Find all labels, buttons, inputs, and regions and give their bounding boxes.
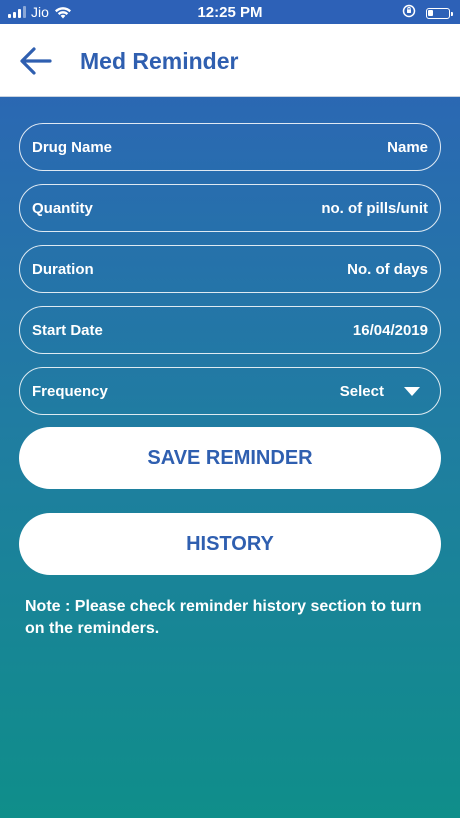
status-right: [402, 4, 453, 22]
status-time: 12:25 PM: [197, 4, 263, 21]
orientation-lock-icon: [402, 4, 416, 22]
app-header: Med Reminder: [0, 24, 460, 97]
arrow-left-icon: [18, 44, 54, 78]
duration-label: Duration: [32, 261, 94, 278]
save-reminder-button[interactable]: SAVE REMINDER: [19, 427, 441, 489]
start-date-field[interactable]: Start Date 16/04/2019: [19, 306, 441, 354]
start-date-value: 16/04/2019: [352, 322, 428, 339]
drug-name-field[interactable]: Drug Name Name: [19, 123, 441, 171]
quantity-label: Quantity: [32, 200, 93, 217]
history-button[interactable]: HISTORY: [19, 513, 441, 575]
quantity-placeholder: no. of pills/unit: [321, 200, 428, 217]
status-bar: Jio 12:25 PM: [0, 0, 460, 24]
frequency-selected-value: Select: [339, 383, 384, 400]
reminder-note: Note : Please check reminder history sec…: [25, 598, 422, 637]
battery-icon: [426, 7, 453, 19]
frequency-label: Frequency: [32, 383, 108, 400]
triangle-down-icon[interactable]: [404, 387, 420, 396]
drug-name-label: Drug Name: [32, 139, 113, 156]
back-button[interactable]: [18, 44, 54, 78]
start-date-label: Start Date: [32, 322, 103, 339]
duration-placeholder: No. of days: [347, 261, 428, 278]
quantity-field[interactable]: Quantity no. of pills/unit: [19, 184, 441, 232]
page-title: Med Reminder: [80, 48, 239, 74]
duration-field[interactable]: Duration No. of days: [19, 245, 441, 293]
drug-name-placeholder: Name: [387, 139, 428, 156]
frequency-select[interactable]: Frequency Select: [19, 367, 441, 415]
